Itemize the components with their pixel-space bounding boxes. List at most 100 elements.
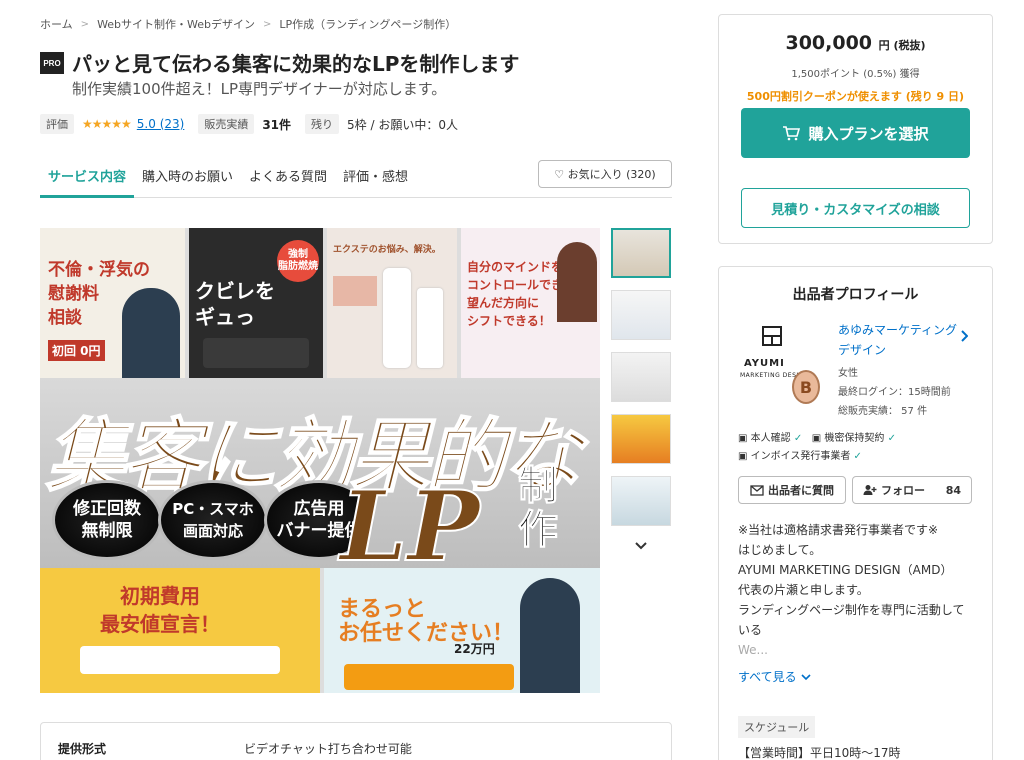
- thumbnail-3[interactable]: [611, 352, 671, 402]
- follow-count: 84: [945, 483, 961, 497]
- tile-panel: [344, 664, 514, 690]
- person-image: [557, 242, 597, 322]
- bio-line: ランディングページ制作を専門に活動している: [738, 603, 965, 637]
- thumbnail-5[interactable]: [611, 476, 671, 526]
- tile-text: エクステのお悩み、解決。: [333, 245, 441, 255]
- price-amount: 300,000: [785, 32, 873, 54]
- logo-mark-icon: [760, 324, 784, 354]
- price: 300,000 円 (税抜): [718, 32, 993, 54]
- check-icon: ✓: [793, 433, 803, 444]
- sample-tile-office: まるっと お任せください！ 22万円: [324, 568, 600, 693]
- estimate-button[interactable]: 見積り・カスタマイズの相談: [741, 188, 970, 228]
- tile-panel: [80, 646, 280, 674]
- rating-label: 評価: [40, 114, 74, 134]
- ask-seller-button[interactable]: 出品者に質問: [738, 476, 846, 504]
- seller-last-login: 最終ログイン：15時間前: [838, 387, 951, 398]
- verification-identity: 本人確認: [750, 433, 791, 444]
- points-info: 1,500ポイント (0.5%) 獲得: [791, 69, 920, 80]
- bio-line: はじめまして。: [738, 543, 822, 557]
- star-rating-icon: ★★★★★: [82, 117, 132, 131]
- breadcrumb-category[interactable]: Webサイト制作・Webデザイン: [97, 16, 255, 32]
- seller-bio: ※当社は適格請求書発行事業者です※ はじめまして。 AYUMI MARKETIN…: [738, 520, 968, 660]
- tile-text: 初期費用 最安値宣言！: [100, 584, 220, 636]
- seller-name-link[interactable]: あゆみマーケティングデザイン: [838, 320, 958, 360]
- headline-lp: LP: [339, 469, 481, 584]
- rank-badge: B: [792, 370, 820, 404]
- tab-service-content[interactable]: サービス内容: [40, 160, 135, 198]
- invoice-icon: ▣: [738, 451, 748, 462]
- pro-badge: PRO: [40, 52, 64, 74]
- tab-faq[interactable]: よくある質問: [241, 160, 335, 197]
- breadcrumb-separator: >: [263, 18, 272, 30]
- seller-total-sales: 総販売実績： 57 件: [838, 406, 928, 417]
- sample-tile-cosmetics: エクステのお悩み、解決。: [327, 228, 457, 388]
- breadcrumb-subcategory[interactable]: LP作成（ランディングページ制作）: [279, 16, 456, 32]
- tile-panel: [333, 276, 377, 306]
- follow-button[interactable]: フォロー 84: [852, 476, 972, 504]
- logo-name: AYUMI: [744, 358, 785, 369]
- person-image: [520, 578, 580, 693]
- schedule-label: スケジュール: [738, 716, 816, 738]
- breadcrumb-home[interactable]: ホーム: [40, 16, 73, 32]
- verification-nda: 機密保持契約: [824, 433, 885, 444]
- buy-plan-button[interactable]: 購入プランを選択: [741, 108, 970, 158]
- tab-reviews[interactable]: 評価・感想: [335, 160, 416, 197]
- chevron-down-icon: [800, 674, 811, 681]
- sample-tile-diet: クビレを ギュっ 強制 脂肪燃焼: [189, 228, 323, 388]
- main-image[interactable]: 不倫・浮気の 慰謝料 相談 初回 0円 クビレを ギュっ 強制 脂肪燃焼 エクス…: [40, 228, 600, 693]
- seller-meta: 女性 最終ログイン：15時間前 総販売実績： 57 件: [838, 364, 951, 421]
- thumbnail-2[interactable]: [611, 290, 671, 340]
- lock-icon: ▣: [811, 433, 822, 444]
- tile-text: 初回 0円: [48, 340, 105, 361]
- sample-tile-legal: 不倫・浮気の 慰謝料 相談 初回 0円: [40, 228, 185, 388]
- tile-text: まるっと お任せください！: [338, 597, 515, 646]
- person-image: [122, 288, 180, 388]
- follow-label: フォロー: [881, 484, 925, 497]
- bio-line: AYUMI MARKETING DESIGN（AMD） 代表の片瀬と申します。: [738, 563, 953, 597]
- profile-heading: 出品者プロフィール: [792, 287, 919, 303]
- business-hours: 【営業時間】平日10時〜17時: [738, 746, 901, 760]
- remaining-label: 残り: [305, 114, 340, 134]
- bio-line: We...: [738, 643, 768, 657]
- thumbnail-1[interactable]: [611, 228, 671, 278]
- page-subtitle: 制作実績100件超え！LP専門デザイナーが対応します。: [72, 80, 447, 98]
- product-bottle: [383, 268, 411, 368]
- buy-plan-label: 購入プランを選択: [808, 124, 929, 143]
- spec-label: 提供形式: [58, 742, 107, 756]
- verification-invoice: インボイス発行事業者: [750, 451, 851, 462]
- seller-gender: 女性: [838, 368, 858, 379]
- chevron-right-icon[interactable]: [960, 330, 969, 346]
- tile-panel: [203, 338, 309, 368]
- check-icon: ✓: [887, 433, 896, 444]
- tab-purchase-request[interactable]: 購入時のお願い: [134, 160, 241, 197]
- sales-label: 販売実績: [198, 114, 255, 134]
- check-icon: ✓: [853, 451, 862, 462]
- sample-tile-coaching: 自分のマインドを コントロールできれば 望んだ方向に シフトできる！: [461, 228, 600, 388]
- service-meta: 評価 ★★★★★ 5.0 (23) 販売実績 31件 残り 5枠 / お願い中：…: [40, 114, 458, 134]
- ask-seller-label: 出品者に質問: [768, 484, 834, 497]
- page-title: パッと見て伝わる集客に効果的なLPを制作します: [72, 52, 520, 76]
- remaining-value: 5枠 / お願い中：0人: [347, 117, 458, 132]
- cart-icon: [783, 126, 801, 141]
- headline-seisaku: 制作: [518, 462, 559, 553]
- favorite-button[interactable]: ♡ お気に入り (320): [538, 160, 672, 188]
- mail-icon: [750, 484, 764, 496]
- tile-text: 強制 脂肪燃焼: [277, 240, 319, 282]
- verification-list: ▣ 本人確認 ✓ ▣ 機密保持契約 ✓ ▣ インボイス発行事業者 ✓: [738, 430, 896, 466]
- bio-line: ※当社は適格請求書発行事業者です※: [738, 523, 939, 537]
- see-all-link[interactable]: すべて見る: [738, 668, 811, 685]
- sample-tile-price: 初期費用 最安値宣言！: [40, 568, 320, 693]
- product-tube: [417, 288, 443, 368]
- rating-link[interactable]: 5.0 (23): [137, 117, 185, 131]
- breadcrumb: ホーム > Webサイト制作・Webデザイン > LP作成（ランディングページ制…: [40, 16, 456, 32]
- tile-text: 22万円: [454, 642, 495, 656]
- feature-circle: PC・スマホ 画面対応: [158, 480, 268, 560]
- tile-text: クビレを ギュっ: [195, 279, 275, 329]
- price-unit: 円 (税抜): [878, 39, 926, 52]
- chevron-down-icon[interactable]: [630, 537, 652, 555]
- sales-value: 31件: [262, 117, 292, 132]
- thumbnail-4[interactable]: [611, 414, 671, 464]
- spec-value: ビデオチャット打ち合わせ可能: [244, 742, 412, 756]
- breadcrumb-separator: >: [80, 18, 90, 30]
- feature-circle: 修正回数 無制限: [52, 480, 162, 560]
